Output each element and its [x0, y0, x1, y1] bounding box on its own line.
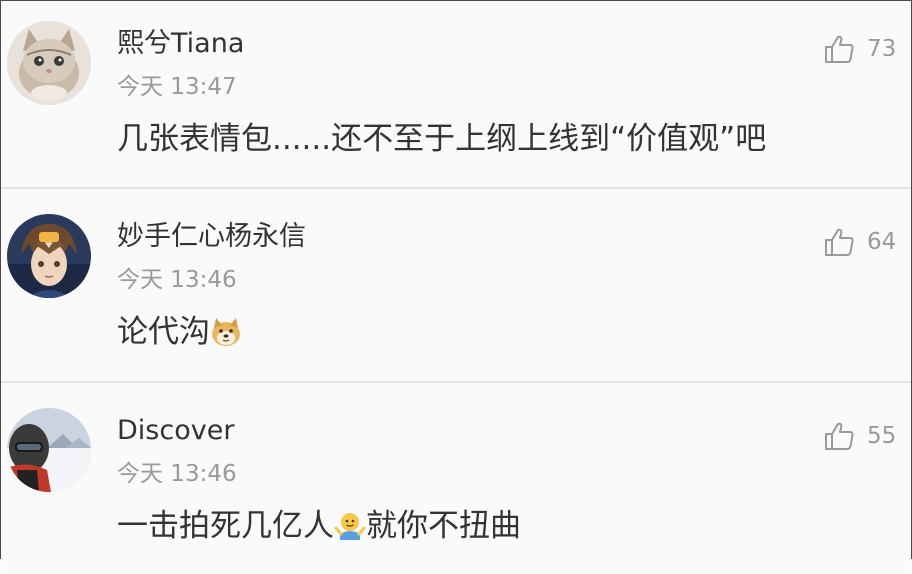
comment-text: 几张表情包......还不至于上纲上线到“价值观”吧 [117, 121, 767, 157]
timestamp: 今天 13:46 [117, 461, 237, 487]
kitten-avatar[interactable] [7, 21, 91, 105]
username[interactable]: Discover [117, 414, 234, 448]
comment-item: Discover 今天 13:46 55 一击拍死几亿人 就你不扭曲 [1, 388, 911, 574]
comment-text: 论代沟 [117, 311, 242, 353]
like-count: 64 [867, 229, 897, 255]
thumbs-up-icon[interactable] [823, 226, 855, 258]
shrug-emoji [334, 510, 366, 542]
skier-avatar[interactable] [7, 408, 91, 492]
username[interactable]: 妙手仁心杨永信 [117, 220, 306, 254]
comment-item: 熙兮Tiana 今天 13:47 73 几张表情包......还不至于上纲上线到… [1, 1, 911, 187]
thumbs-up-icon[interactable] [823, 420, 855, 452]
comment-text-segment: 论代沟 [117, 314, 210, 350]
timestamp: 今天 13:46 [117, 267, 237, 293]
comment-text-segment: 就你不扭曲 [366, 508, 521, 544]
like-count: 55 [867, 423, 897, 449]
divider [1, 381, 911, 383]
comment-list: 熙兮Tiana 今天 13:47 73 几张表情包......还不至于上纲上线到… [0, 0, 912, 574]
comment-text: 一击拍死几亿人 就你不扭曲 [117, 505, 521, 547]
username[interactable]: 熙兮Tiana [117, 27, 244, 61]
like-count: 73 [867, 36, 897, 62]
timestamp: 今天 13:47 [117, 74, 237, 100]
comment-item: 妙手仁心杨永信 今天 13:46 64 论代沟 [1, 194, 911, 380]
comment-text-segment: 一击拍死几亿人 [117, 508, 334, 544]
thumbs-up-icon[interactable] [823, 33, 855, 65]
doge-emoji [210, 316, 242, 348]
divider [1, 187, 911, 189]
anime-character-avatar[interactable] [7, 214, 91, 298]
